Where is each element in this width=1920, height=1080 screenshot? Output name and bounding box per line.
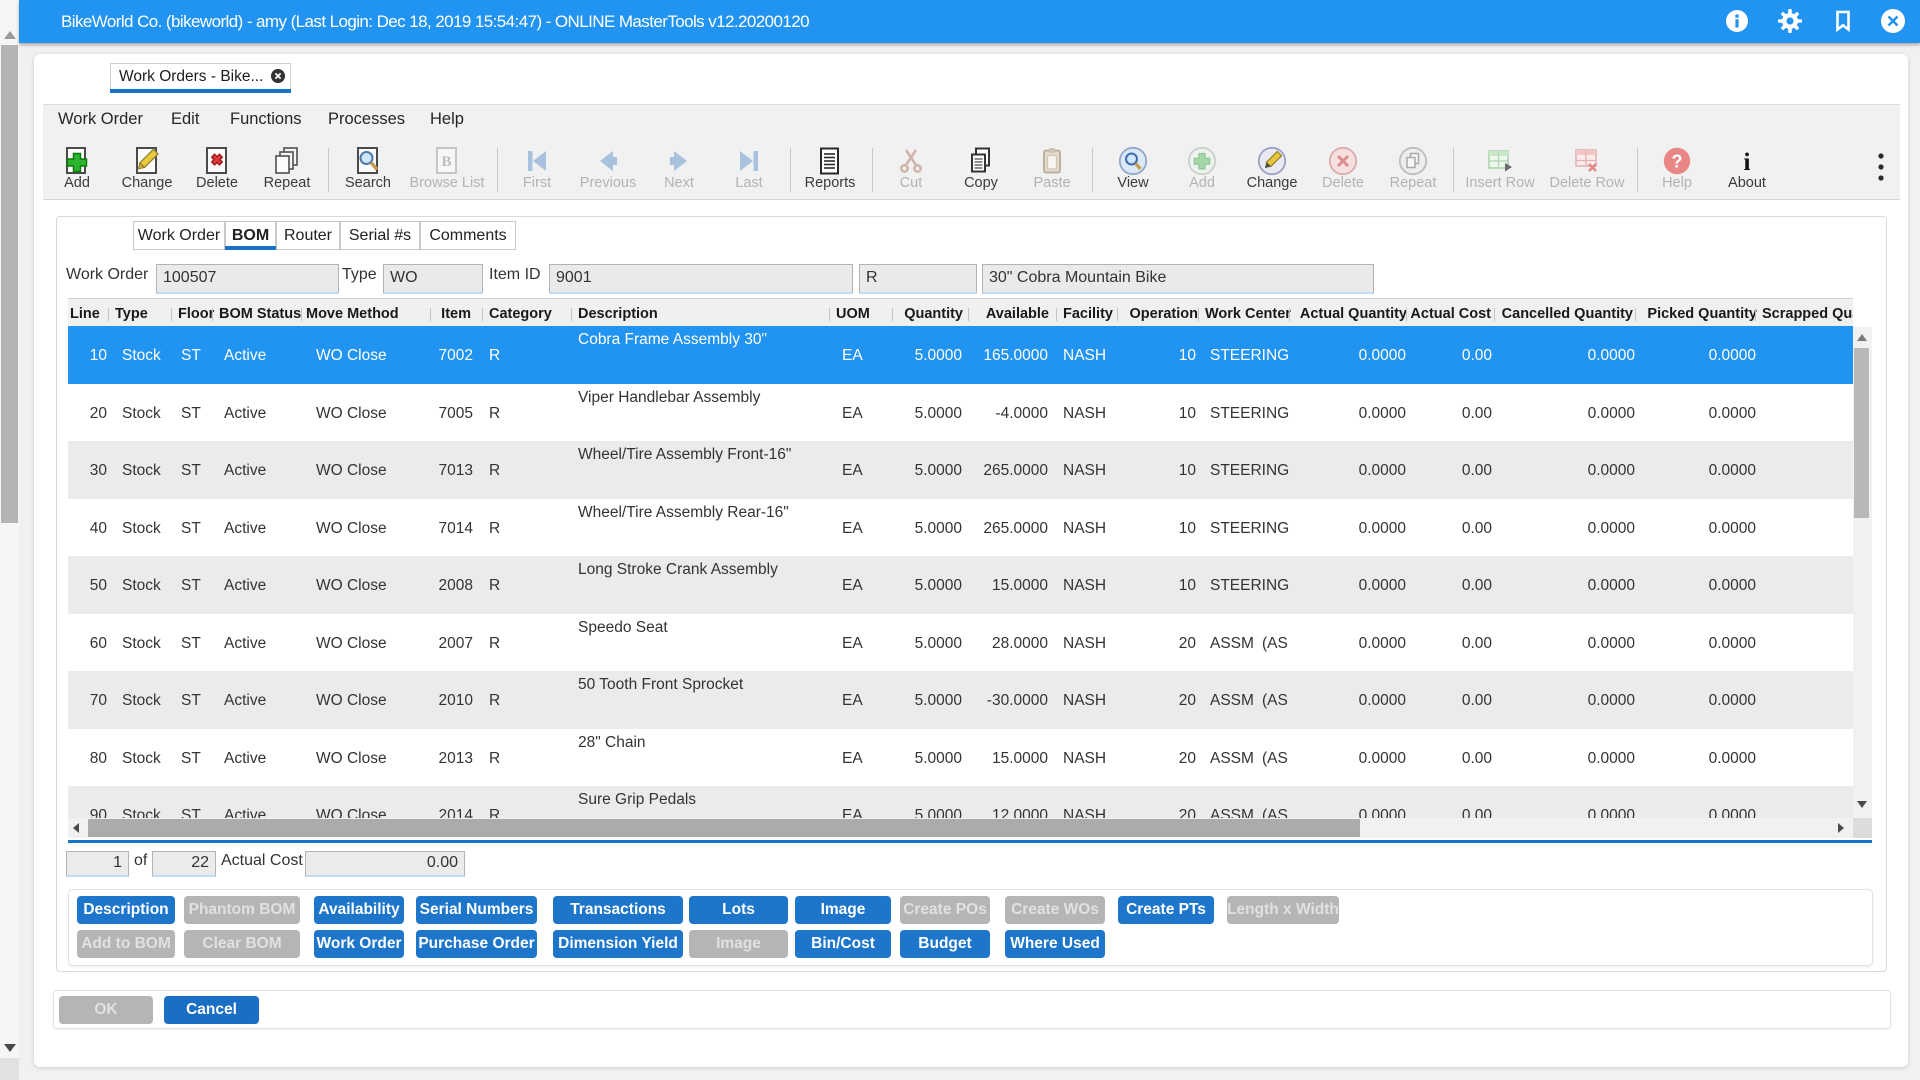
svg-text:?: ?: [1672, 152, 1683, 172]
svg-text:i: i: [1744, 149, 1751, 176]
svg-text:B: B: [441, 154, 451, 170]
